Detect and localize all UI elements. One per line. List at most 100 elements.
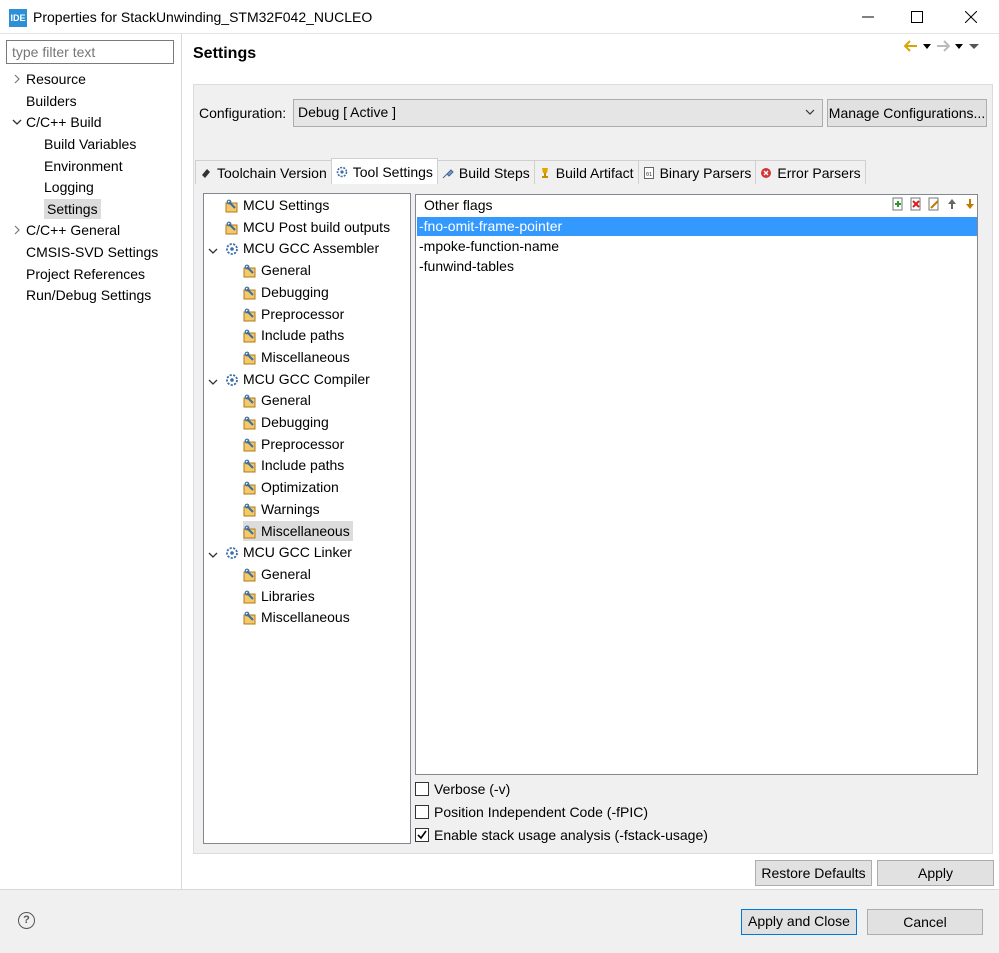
tree-item-label: Optimization <box>261 479 339 496</box>
stack-usage-checkbox[interactable] <box>415 828 429 842</box>
sidebar-item-c-c-build[interactable]: C/C++ Build <box>26 112 101 132</box>
move-up-icon[interactable] <box>945 197 959 211</box>
delete-icon[interactable] <box>909 197 923 211</box>
tree-item-label: Debugging <box>261 283 329 300</box>
sidebar-item-builders[interactable]: Builders <box>26 91 77 111</box>
tree-item-label: Include paths <box>261 327 345 344</box>
window-title: Properties for StackUnwinding_STM32F042_… <box>33 9 373 25</box>
tree-item-mcu-post-build-outputs[interactable]: MCU Post build outputs <box>225 217 390 237</box>
tree-item-optimization[interactable]: Optimization <box>243 477 339 497</box>
restore-defaults-button[interactable]: Restore Defaults <box>755 860 872 886</box>
tree-item-preprocessor[interactable]: Preprocessor <box>243 304 344 324</box>
tree-item-general[interactable]: General <box>243 260 311 280</box>
configuration-value: Debug [ Active ] <box>298 104 397 120</box>
sidebar-item-run-debug-settings[interactable]: Run/Debug Settings <box>26 285 151 305</box>
verbose-option[interactable]: Verbose (-v) <box>415 779 510 799</box>
sidebar-item-c-c-general[interactable]: C/C++ General <box>26 220 120 240</box>
maximize-button[interactable] <box>892 0 942 34</box>
sidebar-item-label: Logging <box>44 179 94 195</box>
tree-item-miscellaneous[interactable]: Miscellaneous <box>243 520 353 541</box>
verbose-checkbox[interactable] <box>415 782 429 796</box>
forward-arrow-icon[interactable] <box>936 40 950 52</box>
chevron-down-icon[interactable] <box>208 374 218 390</box>
tree-item-mcu-settings[interactable]: MCU Settings <box>225 195 329 215</box>
app-icon: IDE <box>9 9 27 27</box>
tree-item-label: MCU GCC Linker <box>243 544 352 561</box>
tree-item-libraries[interactable]: Libraries <box>243 586 315 606</box>
minimize-button[interactable] <box>843 0 893 34</box>
flags-toolbar <box>891 197 977 211</box>
tree-item-miscellaneous[interactable]: Miscellaneous <box>243 607 350 627</box>
tree-item-warnings[interactable]: Warnings <box>243 499 320 519</box>
fpic-option[interactable]: Position Independent Code (-fPIC) <box>415 802 648 822</box>
tree-item-debugging[interactable]: Debugging <box>243 412 329 432</box>
back-dropdown-icon[interactable] <box>922 41 932 51</box>
view-menu-icon[interactable] <box>968 41 980 51</box>
tree-item-include-paths[interactable]: Include paths <box>243 325 344 345</box>
tree-item-miscellaneous[interactable]: Miscellaneous <box>243 347 350 367</box>
tree-item-preprocessor[interactable]: Preprocessor <box>243 434 344 454</box>
flag-item[interactable]: -funwind-tables <box>417 257 514 276</box>
tree-item-label: Miscellaneous <box>261 348 350 365</box>
cancel-button[interactable]: Cancel <box>867 909 983 935</box>
sidebar-item-resource[interactable]: Resource <box>26 69 86 89</box>
option-icon <box>243 285 257 300</box>
apply-button[interactable]: Apply <box>877 860 994 886</box>
gear-icon <box>225 241 239 256</box>
verbose-label: Verbose (-v) <box>434 781 511 797</box>
tree-item-mcu-gcc-compiler[interactable]: MCU GCC Compiler <box>225 369 370 389</box>
sidebar-item-logging[interactable]: Logging <box>44 177 94 197</box>
sidebar-item-project-references[interactable]: Project References <box>26 264 145 284</box>
sidebar-item-build-variables[interactable]: Build Variables <box>44 134 136 154</box>
toolchain-icon <box>202 168 210 178</box>
tree-item-general[interactable]: General <box>243 564 311 584</box>
sidebar-item-settings[interactable]: Settings <box>44 199 101 219</box>
chevron-down-icon[interactable] <box>12 112 22 132</box>
sidebar-item-cmsis-svd-settings[interactable]: CMSIS-SVD Settings <box>26 242 158 262</box>
sidebar-item-label: CMSIS-SVD Settings <box>26 244 159 260</box>
edit-icon[interactable] <box>927 197 941 211</box>
tree-item-include-paths[interactable]: Include paths <box>243 455 344 475</box>
add-icon[interactable] <box>891 197 905 211</box>
tab-build-artifact[interactable]: Build Artifact <box>533 160 639 184</box>
tree-item-debugging[interactable]: Debugging <box>243 282 329 302</box>
tab-binary-parsers[interactable]: 01 Binary Parsers <box>637 160 757 184</box>
move-down-icon[interactable] <box>963 197 977 211</box>
option-icon <box>243 502 257 517</box>
tree-item-general[interactable]: General <box>243 390 311 410</box>
forward-dropdown-icon[interactable] <box>954 41 964 51</box>
tab-tool-settings[interactable]: Tool Settings <box>330 158 438 184</box>
apply-and-close-button[interactable]: Apply and Close <box>741 909 857 935</box>
flag-item[interactable]: -mpoke-function-name <box>417 237 559 256</box>
fpic-checkbox[interactable] <box>415 805 429 819</box>
close-button[interactable] <box>946 0 996 34</box>
chevron-down-icon[interactable] <box>208 547 218 563</box>
stack-usage-option[interactable]: Enable stack usage analysis (-fstack-usa… <box>415 825 708 845</box>
option-icon <box>243 263 257 278</box>
tab-label: Build Artifact <box>555 164 634 181</box>
tab-label: Error Parsers <box>777 164 861 181</box>
sidebar-item-label: C/C++ Build <box>26 114 102 130</box>
option-icon <box>243 610 257 625</box>
back-arrow-icon[interactable] <box>904 40 918 52</box>
option-icon <box>243 393 257 408</box>
title-bar: IDE Properties for StackUnwinding_STM32F… <box>0 0 999 34</box>
tab-error-parsers[interactable]: Error Parsers <box>755 160 866 184</box>
filter-input[interactable] <box>6 40 174 64</box>
option-icon <box>243 437 257 452</box>
tab-toolchain-version[interactable]: Toolchain Version <box>195 160 332 184</box>
tree-item-label: Miscellaneous <box>261 522 350 539</box>
tree-item-mcu-gcc-linker[interactable]: MCU GCC Linker <box>225 542 352 562</box>
sidebar-item-environment[interactable]: Environment <box>44 156 123 176</box>
chevron-down-icon[interactable] <box>208 243 218 259</box>
configuration-select[interactable]: Debug [ Active ] <box>293 99 823 127</box>
tree-item-label: Preprocessor <box>261 435 345 452</box>
chevron-right-icon[interactable] <box>12 220 22 240</box>
manage-configurations-button[interactable]: Manage Configurations... <box>827 99 987 127</box>
chevron-right-icon[interactable] <box>12 69 22 89</box>
flag-item[interactable]: -fno-omit-frame-pointer <box>417 217 977 236</box>
option-icon <box>243 328 257 343</box>
tree-item-mcu-gcc-assembler[interactable]: MCU GCC Assembler <box>225 238 379 258</box>
help-icon[interactable]: ? <box>18 912 35 929</box>
tab-build-steps[interactable]: Build Steps <box>436 160 535 184</box>
